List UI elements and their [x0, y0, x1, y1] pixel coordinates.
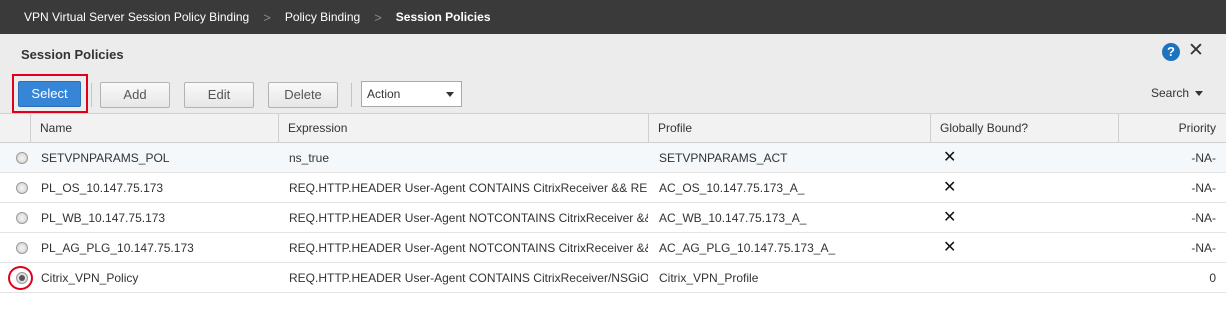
panel-header: Session Policies ? ✕	[0, 34, 1226, 74]
priority-cell: -NA-	[1191, 211, 1216, 225]
policy-name-cell: Citrix_VPN_Policy	[41, 271, 139, 285]
row-radio-button[interactable]	[16, 152, 28, 164]
chevron-down-icon	[1195, 91, 1204, 97]
close-icon[interactable]: ✕	[1187, 41, 1205, 60]
toolbar: Select Add Edit Delete Action Search	[0, 74, 1226, 114]
profile-cell: AC_WB_10.147.75.173_A_	[659, 211, 807, 225]
profile-cell: SETVPNPARAMS_ACT	[659, 151, 788, 165]
table-header-row: Name Expression Profile Globally Bound? …	[0, 114, 1226, 143]
breadcrumb: VPN Virtual Server Session Policy Bindin…	[0, 0, 1226, 34]
chevron-down-icon	[446, 92, 454, 97]
action-dropdown[interactable]: Action	[361, 81, 462, 107]
policy-name-cell: SETVPNPARAMS_POL	[41, 151, 170, 165]
policy-name-cell: PL_AG_PLG_10.147.75.173	[41, 241, 194, 255]
toolbar-divider	[91, 83, 92, 107]
column-header-globally-bound[interactable]: Globally Bound?	[930, 114, 1118, 143]
row-radio-button[interactable]	[16, 242, 28, 254]
search-label: Search	[1151, 86, 1190, 100]
column-header-expression[interactable]: Expression	[278, 114, 648, 143]
page-title: Session Policies	[21, 47, 124, 62]
profile-cell: AC_OS_10.147.75.173_A_	[659, 181, 805, 195]
select-button[interactable]: Select	[18, 81, 81, 107]
breadcrumb-chevron-icon: >	[263, 9, 271, 25]
add-button[interactable]: Add	[100, 82, 170, 108]
table-row[interactable]: PL_OS_10.147.75.173 REQ.HTTP.HEADER User…	[0, 173, 1226, 203]
breadcrumb-item-policy-binding[interactable]: Policy Binding	[285, 10, 360, 24]
profile-cell: AC_AG_PLG_10.147.75.173_A_	[659, 241, 836, 255]
radio-highlight-circle	[8, 266, 33, 290]
column-header-priority[interactable]: Priority	[1118, 114, 1226, 143]
not-bound-x-icon: ✕	[943, 149, 957, 166]
row-radio-button[interactable]	[16, 212, 28, 224]
expression-cell: REQ.HTTP.HEADER User-Agent NOTCONTAINS C…	[289, 241, 648, 255]
priority-cell: -NA-	[1191, 151, 1216, 165]
expression-cell: REQ.HTTP.HEADER User-Agent CONTAINS Citr…	[289, 271, 648, 285]
table-row[interactable]: PL_WB_10.147.75.173 REQ.HTTP.HEADER User…	[0, 203, 1226, 233]
table-row[interactable]: SETVPNPARAMS_POL ns_true SETVPNPARAMS_AC…	[0, 143, 1226, 173]
action-dropdown-label: Action	[367, 87, 401, 101]
table-row[interactable]: PL_AG_PLG_10.147.75.173 REQ.HTTP.HEADER …	[0, 233, 1226, 263]
breadcrumb-item-session-policies: Session Policies	[395, 10, 491, 24]
priority-cell: -NA-	[1191, 241, 1216, 255]
row-radio-button[interactable]	[16, 182, 28, 194]
table-row[interactable]: Citrix_VPN_Policy REQ.HTTP.HEADER User-A…	[0, 263, 1226, 293]
policy-name-cell: PL_OS_10.147.75.173	[41, 181, 164, 195]
policy-name-cell: PL_WB_10.147.75.173	[41, 211, 166, 225]
expression-cell: ns_true	[289, 151, 330, 165]
priority-cell: 0	[1209, 271, 1216, 285]
search-dropdown[interactable]: Search	[1151, 86, 1204, 100]
profile-cell: Citrix_VPN_Profile	[659, 271, 759, 285]
column-header-profile[interactable]: Profile	[648, 114, 930, 143]
session-policies-table: Name Expression Profile Globally Bound? …	[0, 114, 1226, 293]
toolbar-divider	[351, 83, 352, 107]
edit-button[interactable]: Edit	[184, 82, 254, 108]
not-bound-x-icon: ✕	[943, 239, 957, 256]
expression-cell: REQ.HTTP.HEADER User-Agent NOTCONTAINS C…	[289, 211, 648, 225]
column-header-name[interactable]: Name	[30, 114, 278, 143]
breadcrumb-chevron-icon: >	[374, 9, 382, 25]
expression-cell: REQ.HTTP.HEADER User-Agent CONTAINS Citr…	[289, 181, 648, 195]
help-icon[interactable]: ?	[1162, 43, 1180, 61]
delete-button[interactable]: Delete	[268, 82, 338, 108]
priority-cell: -NA-	[1191, 181, 1216, 195]
breadcrumb-item-vpn-virtual-server-binding[interactable]: VPN Virtual Server Session Policy Bindin…	[24, 10, 249, 24]
not-bound-x-icon: ✕	[943, 209, 957, 226]
not-bound-x-icon: ✕	[943, 179, 957, 196]
